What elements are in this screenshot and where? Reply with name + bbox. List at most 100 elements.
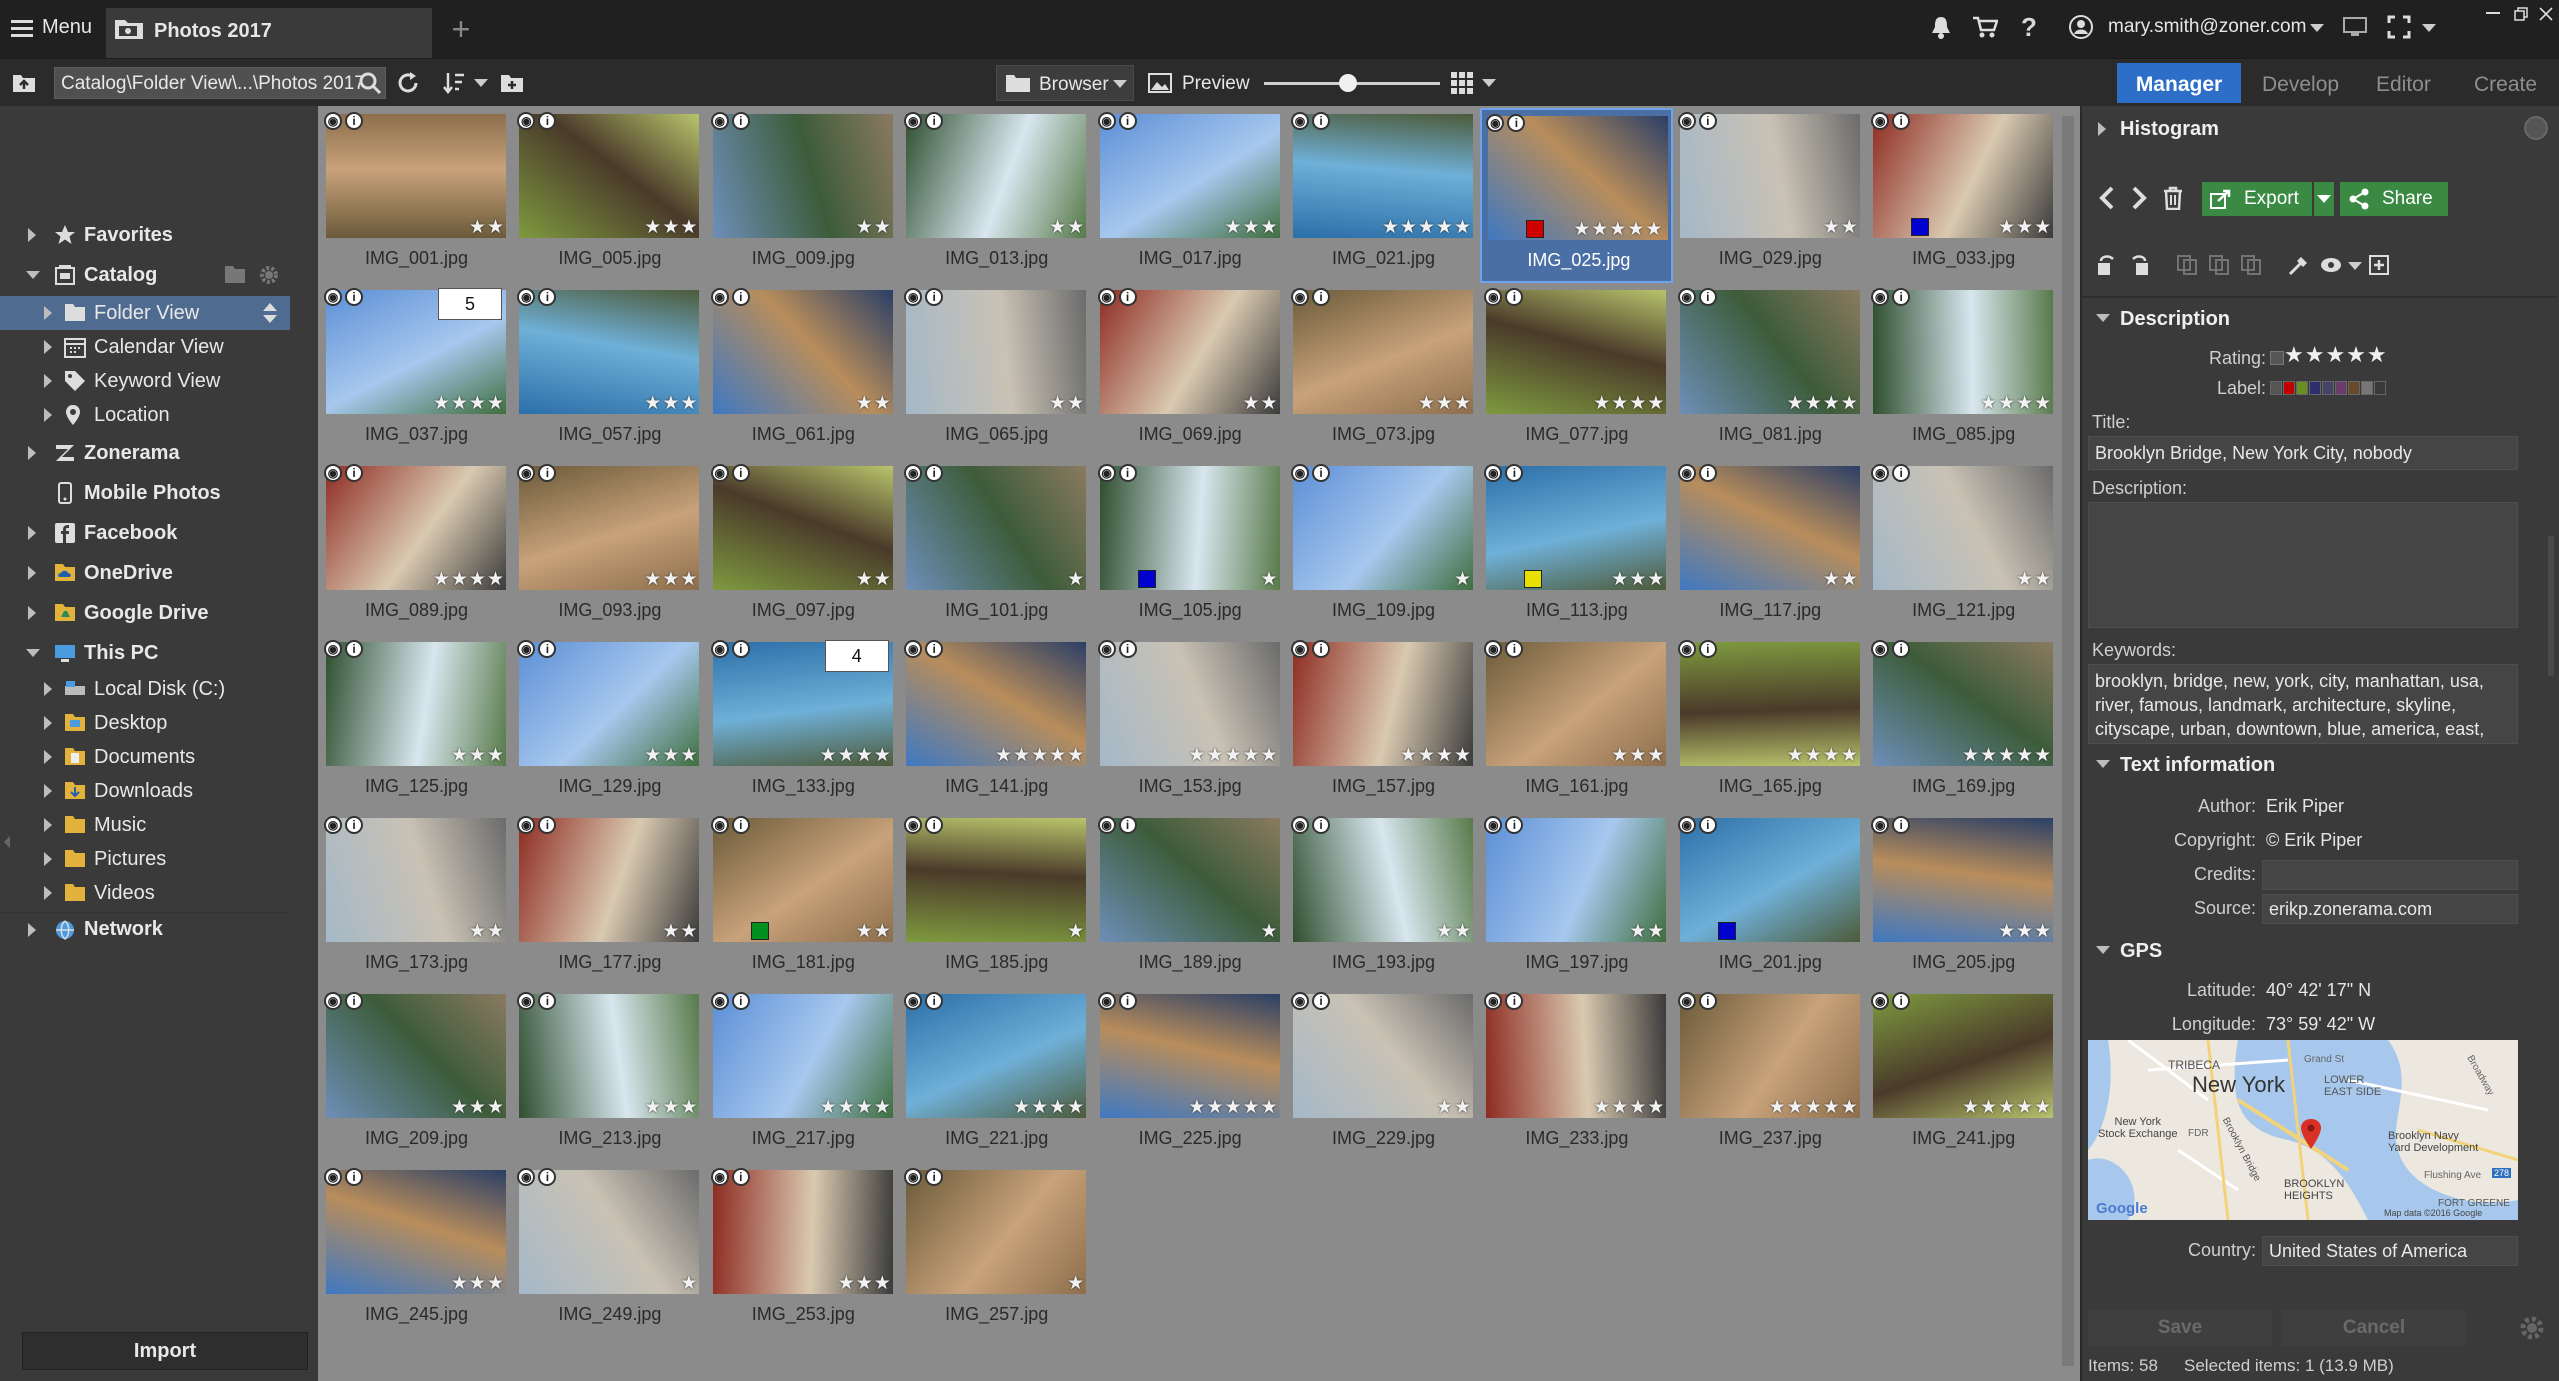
sort-icon[interactable] — [440, 69, 468, 97]
label-swatch[interactable] — [2361, 381, 2373, 395]
photo-thumbnail[interactable]: ◉ i ★★★★ IMG_157.jpg — [1287, 636, 1480, 811]
monitor-icon[interactable] — [2340, 12, 2370, 42]
expand-icon[interactable] — [44, 784, 52, 798]
sidebar-item-network[interactable]: Network — [0, 912, 290, 946]
photo-thumbnail[interactable]: ◉ i ★★ IMG_197.jpg — [1480, 812, 1673, 987]
rating-clear-icon[interactable] — [2270, 351, 2284, 365]
sidebar-item-location[interactable]: Location — [0, 398, 300, 432]
next-arrow-icon[interactable] — [2126, 184, 2152, 212]
add-folder-icon[interactable] — [224, 264, 246, 286]
sidebar-item-folder-view[interactable]: Folder View — [0, 296, 290, 330]
expand-icon[interactable] — [44, 750, 52, 764]
collapse-panel-icon[interactable] — [4, 836, 10, 848]
grid-scrollbar[interactable] — [2062, 116, 2074, 1366]
cancel-button[interactable]: Cancel — [2282, 1310, 2466, 1346]
search-icon[interactable] — [356, 69, 384, 97]
collapse-icon[interactable] — [26, 649, 40, 657]
expand-icon[interactable] — [44, 408, 52, 422]
photo-thumbnail[interactable]: ◉ i ★★★★ IMG_081.jpg — [1674, 284, 1867, 459]
sidebar-item-documents[interactable]: Documents — [0, 740, 300, 774]
sidebar-item-pictures[interactable]: Pictures — [0, 842, 300, 876]
text-information-header[interactable]: Text information — [2120, 754, 2275, 777]
photo-thumbnail[interactable]: ◉ i ★★ IMG_001.jpg — [320, 108, 513, 283]
tab-develop[interactable]: Develop — [2262, 73, 2339, 97]
expand-icon[interactable] — [2098, 122, 2106, 136]
photo-thumbnail[interactable]: ◉ i ★★★ IMG_125.jpg — [320, 636, 513, 811]
stack-count-badge[interactable]: 4 — [824, 640, 889, 672]
photo-thumbnail[interactable]: ◉ i ★★ IMG_117.jpg — [1674, 460, 1867, 635]
gps-map[interactable]: TRIBECA New York Grand St LOWER EAST SID… — [2088, 1040, 2518, 1220]
user-dropdown-icon[interactable] — [2310, 24, 2324, 32]
sidebar-item-music[interactable]: Music — [0, 808, 300, 842]
photo-thumbnail[interactable]: ◉ i ★★★★★ IMG_169.jpg — [1867, 636, 2060, 811]
tab-create[interactable]: Create — [2474, 73, 2537, 97]
label-swatch[interactable] — [2335, 381, 2347, 395]
tab-manager[interactable]: Manager — [2117, 63, 2241, 103]
photo-thumbnail[interactable]: ◉ i ★★★ IMG_017.jpg — [1094, 108, 1287, 283]
rating-stars[interactable]: ★★★★★ — [2284, 342, 2388, 368]
photo-image[interactable] — [1099, 466, 1280, 590]
save-button[interactable]: Save — [2088, 1310, 2272, 1346]
photo-thumbnail[interactable]: ◉ i 5 ★★★★ IMG_037.jpg — [320, 284, 513, 459]
copy-icon[interactable] — [2174, 252, 2200, 278]
expand-icon[interactable] — [28, 446, 36, 460]
label-swatch[interactable] — [2283, 381, 2295, 395]
expand-icon[interactable] — [44, 886, 52, 900]
trash-icon[interactable] — [2160, 184, 2186, 212]
add-note-icon[interactable] — [2366, 252, 2392, 278]
export-dropdown-button[interactable] — [2314, 182, 2334, 216]
new-folder-icon[interactable] — [498, 69, 526, 97]
photo-thumbnail[interactable]: ◉ i ★★★ IMG_213.jpg — [513, 988, 706, 1163]
expand-icon[interactable] — [44, 716, 52, 730]
histogram-settings-icon[interactable] — [2524, 116, 2548, 140]
longitude-value[interactable]: 73° 59' 42" W — [2266, 1014, 2375, 1035]
photo-thumbnail[interactable]: ◉ i ★★★★★ IMG_225.jpg — [1094, 988, 1287, 1163]
help-icon[interactable]: ? — [2014, 12, 2044, 42]
photo-thumbnail[interactable]: ◉ i ★★ IMG_061.jpg — [707, 284, 900, 459]
grid-dropdown-icon[interactable] — [1482, 79, 1496, 87]
settings-gear-icon[interactable] — [2514, 1310, 2550, 1346]
photo-thumbnail[interactable]: ◉ i IMG_201.jpg — [1674, 812, 1867, 987]
label-swatch[interactable] — [2322, 381, 2334, 395]
collapse-icon[interactable] — [2096, 946, 2110, 954]
user-icon[interactable] — [2066, 12, 2096, 42]
photo-image[interactable] — [1679, 818, 1860, 942]
view-switch-icon[interactable] — [262, 302, 284, 324]
sidebar-item-favorites[interactable]: Favorites — [0, 218, 300, 252]
country-field[interactable]: United States of America — [2262, 1236, 2518, 1266]
photo-image[interactable] — [906, 1170, 1087, 1294]
stack-count-badge[interactable]: 5 — [438, 288, 502, 320]
restore-icon[interactable] — [2508, 4, 2534, 24]
photo-image[interactable] — [1293, 466, 1473, 590]
expand-icon[interactable] — [44, 818, 52, 832]
photo-thumbnail[interactable]: ◉ i ★★★★ IMG_089.jpg — [320, 460, 513, 635]
menu-icon[interactable] — [8, 14, 36, 42]
photo-image[interactable] — [906, 818, 1087, 942]
sidebar-item-keyword-view[interactable]: Keyword View — [0, 364, 300, 398]
export-button[interactable]: Export — [2202, 182, 2312, 216]
description-field[interactable] — [2088, 502, 2518, 628]
label-swatch[interactable] — [2296, 381, 2308, 395]
sidebar-item-downloads[interactable]: Downloads — [0, 774, 300, 808]
move-icon[interactable] — [2206, 252, 2232, 278]
photo-thumbnail[interactable]: ◉ i ★★ IMG_069.jpg — [1094, 284, 1287, 459]
expand-icon[interactable] — [44, 852, 52, 866]
refresh-icon[interactable] — [394, 69, 422, 97]
import-button[interactable]: Import — [22, 1332, 308, 1370]
effects-icon[interactable] — [2318, 252, 2344, 278]
photo-image[interactable] — [519, 1170, 700, 1294]
expand-icon[interactable] — [44, 682, 52, 696]
photo-thumbnail[interactable]: ◉ i ★★ IMG_009.jpg — [707, 108, 900, 283]
photo-thumbnail[interactable]: ◉ i ★★★ IMG_209.jpg — [320, 988, 513, 1163]
photo-thumbnail[interactable]: ◉ i ★★ IMG_229.jpg — [1287, 988, 1480, 1163]
photo-thumbnail[interactable]: ◉ i ★★★★ IMG_165.jpg — [1674, 636, 1867, 811]
collapse-icon[interactable] — [2096, 760, 2110, 768]
photo-thumbnail[interactable]: ◉ i ★★★ IMG_073.jpg — [1287, 284, 1480, 459]
photo-thumbnail[interactable]: ◉ i ★★★ IMG_161.jpg — [1480, 636, 1673, 811]
browser-mode-button[interactable]: Browser — [996, 65, 1134, 101]
menu-label[interactable]: Menu — [42, 16, 92, 39]
sidebar-item-desktop[interactable]: Desktop — [0, 706, 300, 740]
photo-thumbnail[interactable]: ◉ i ★★★ IMG_057.jpg — [513, 284, 706, 459]
description-header[interactable]: Description — [2120, 308, 2230, 331]
thumb-size-slider-knob[interactable] — [1339, 74, 1358, 92]
